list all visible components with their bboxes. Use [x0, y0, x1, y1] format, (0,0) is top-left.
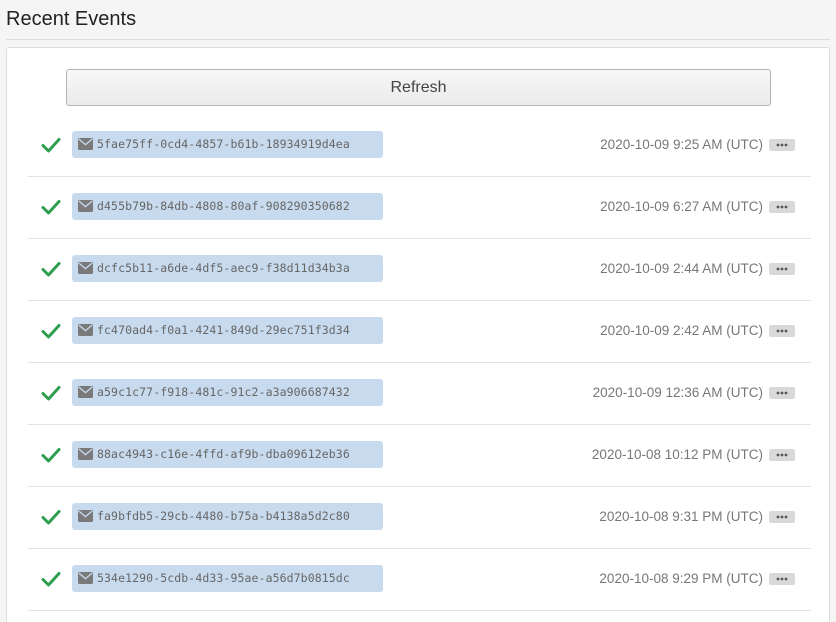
event-actions-button[interactable] — [769, 325, 795, 337]
event-id-text: d455b79b-84db-4808-80af-908290350682 — [97, 199, 350, 213]
events-panel: Refresh 5fae75ff-0cd4-4857-b61b-18934919… — [6, 47, 830, 622]
event-row: a59c1c77-f918-481c-91c2-a3a906687432 2020… — [28, 363, 811, 425]
check-icon — [41, 510, 61, 525]
event-actions-button[interactable] — [769, 449, 795, 461]
page-title: Recent Events — [6, 8, 137, 30]
check-icon — [41, 448, 61, 463]
event-actions-button[interactable] — [769, 263, 795, 275]
more-icon — [776, 267, 788, 271]
check-icon — [41, 324, 61, 339]
event-id-text: 5fae75ff-0cd4-4857-b61b-18934919d4ea — [97, 137, 350, 151]
event-timestamp: 2020-10-09 2:44 AM (UTC) — [600, 261, 763, 276]
event-actions-button[interactable] — [769, 511, 795, 523]
check-icon — [41, 572, 61, 587]
event-id-link[interactable]: fa9bfdb5-29cb-4480-b75a-b4138a5d2c80 — [72, 503, 383, 530]
more-icon — [776, 205, 788, 209]
event-list: 5fae75ff-0cd4-4857-b61b-18934919d4ea 2020… — [28, 115, 811, 611]
event-timestamp: 2020-10-08 9:31 PM (UTC) — [599, 509, 763, 524]
event-row: 88ac4943-c16e-4ffd-af9b-dba09612eb36 2020… — [28, 425, 811, 487]
event-actions-button[interactable] — [769, 201, 795, 213]
envelope-icon — [78, 448, 93, 460]
event-timestamp: 2020-10-08 10:12 PM (UTC) — [591, 447, 763, 462]
event-row: fa9bfdb5-29cb-4480-b75a-b4138a5d2c80 2020… — [28, 487, 811, 549]
recent-events-page: Recent Events Refresh 5fae75ff-0cd4-4857… — [0, 0, 836, 622]
event-timestamp: 2020-10-08 9:29 PM (UTC) — [599, 571, 763, 586]
event-id-link[interactable]: fc470ad4-f0a1-4241-849d-29ec751f3d34 — [72, 317, 383, 344]
title-divider — [6, 39, 830, 40]
event-actions-button[interactable] — [769, 387, 795, 399]
event-actions-button[interactable] — [769, 573, 795, 585]
event-timestamp: 2020-10-09 6:27 AM (UTC) — [600, 199, 763, 214]
more-icon — [776, 329, 788, 333]
event-row: fc470ad4-f0a1-4241-849d-29ec751f3d34 2020… — [28, 301, 811, 363]
event-actions-button[interactable] — [769, 139, 795, 151]
event-row: d455b79b-84db-4808-80af-908290350682 2020… — [28, 177, 811, 239]
event-id-text: 88ac4943-c16e-4ffd-af9b-dba09612eb36 — [97, 447, 350, 461]
envelope-icon — [78, 200, 93, 212]
event-id-link[interactable]: 5fae75ff-0cd4-4857-b61b-18934919d4ea — [72, 131, 383, 158]
event-id-link[interactable]: d455b79b-84db-4808-80af-908290350682 — [72, 193, 383, 220]
check-icon — [41, 386, 61, 401]
event-timestamp: 2020-10-09 2:42 AM (UTC) — [600, 323, 763, 338]
envelope-icon — [78, 386, 93, 398]
check-icon — [41, 200, 61, 215]
event-row: 5fae75ff-0cd4-4857-b61b-18934919d4ea 2020… — [28, 115, 811, 177]
event-id-link[interactable]: dcfc5b11-a6de-4df5-aec9-f38d11d34b3a — [72, 255, 383, 282]
more-icon — [776, 391, 788, 395]
event-id-link[interactable]: a59c1c77-f918-481c-91c2-a3a906687432 — [72, 379, 383, 406]
event-timestamp: 2020-10-09 12:36 AM (UTC) — [592, 385, 763, 400]
envelope-icon — [78, 510, 93, 522]
event-id-text: fa9bfdb5-29cb-4480-b75a-b4138a5d2c80 — [97, 509, 350, 523]
more-icon — [776, 515, 788, 519]
envelope-icon — [78, 572, 93, 584]
check-icon — [41, 262, 61, 277]
more-icon — [776, 143, 788, 147]
event-id-text: a59c1c77-f918-481c-91c2-a3a906687432 — [97, 385, 350, 399]
envelope-icon — [78, 324, 93, 336]
event-row: dcfc5b11-a6de-4df5-aec9-f38d11d34b3a 2020… — [28, 239, 811, 301]
envelope-icon — [78, 262, 93, 274]
event-timestamp: 2020-10-09 9:25 AM (UTC) — [600, 137, 763, 152]
more-icon — [776, 453, 788, 457]
check-icon — [41, 138, 61, 153]
envelope-icon — [78, 138, 93, 150]
event-id-link[interactable]: 88ac4943-c16e-4ffd-af9b-dba09612eb36 — [72, 441, 383, 468]
refresh-button[interactable]: Refresh — [66, 69, 771, 106]
event-row: 534e1290-5cdb-4d33-95ae-a56d7b0815dc 2020… — [28, 549, 811, 611]
more-icon — [776, 577, 788, 581]
event-id-text: fc470ad4-f0a1-4241-849d-29ec751f3d34 — [97, 323, 350, 337]
event-id-text: dcfc5b11-a6de-4df5-aec9-f38d11d34b3a — [97, 261, 350, 275]
event-id-text: 534e1290-5cdb-4d33-95ae-a56d7b0815dc — [97, 571, 350, 585]
event-id-link[interactable]: 534e1290-5cdb-4d33-95ae-a56d7b0815dc — [72, 565, 383, 592]
